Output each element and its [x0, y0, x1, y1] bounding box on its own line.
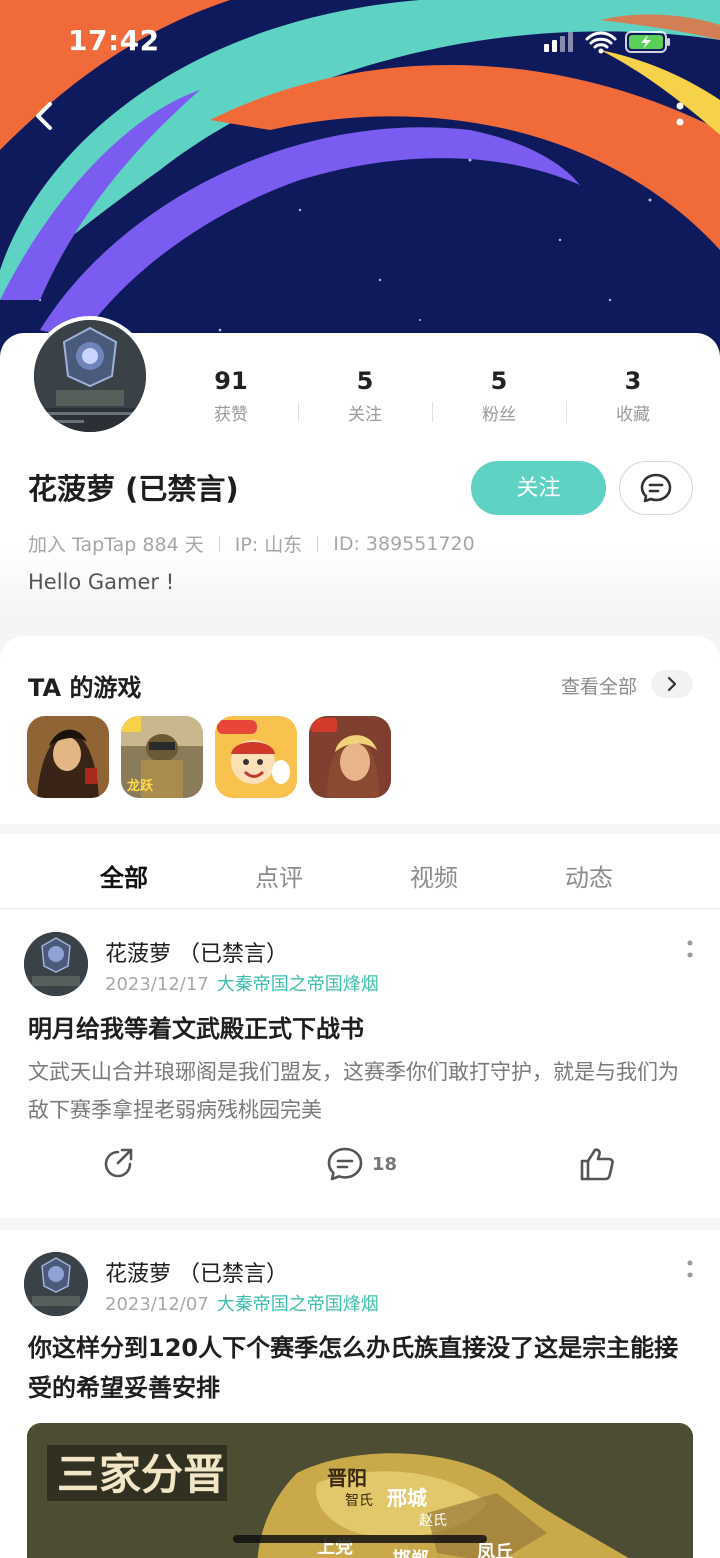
stat-label: 关注	[348, 405, 382, 425]
games-title: TA 的游戏	[28, 674, 142, 702]
more-vertical-icon	[687, 940, 693, 958]
map-label: 凤丘	[477, 1542, 513, 1558]
message-button[interactable]	[619, 461, 693, 515]
system-icons	[544, 28, 674, 60]
wifi-icon	[585, 31, 617, 49]
battery-icon	[625, 31, 670, 53]
comment-button[interactable]: 18	[326, 1146, 397, 1182]
game-icon-1[interactable]	[27, 716, 109, 798]
stat-favorites[interactable]: 3 收藏	[566, 366, 700, 426]
user-id: ID: 389551720	[333, 532, 475, 555]
divider	[218, 535, 220, 552]
more-vertical-icon	[687, 1260, 693, 1278]
stat-following[interactable]: 5 关注	[298, 366, 432, 426]
tab-label: 点评	[255, 864, 303, 892]
post-more-button[interactable]	[686, 938, 694, 964]
post-title[interactable]: 明月给我等着文武殿正式下战书	[28, 1009, 692, 1049]
stat-label: 获赞	[214, 405, 248, 425]
game-icon-4[interactable]	[309, 716, 391, 798]
chat-icon	[640, 473, 672, 503]
follow-button[interactable]: 关注	[471, 461, 606, 515]
share-button[interactable]	[100, 1146, 136, 1182]
profile-meta: 加入 TapTap 884 天 IP: 山东 ID: 389551720	[28, 530, 475, 557]
map-label: 邢城	[387, 1486, 427, 1510]
signal-icon	[544, 32, 573, 52]
post-more-button[interactable]	[686, 1258, 694, 1284]
svg-text:龙跃: 龙跃	[127, 778, 154, 794]
map-label: 智氏	[345, 1493, 373, 1509]
view-all-link[interactable]: 查看全部	[561, 672, 637, 699]
more-options-button[interactable]	[670, 98, 690, 134]
post-actions: 18	[0, 1146, 720, 1196]
like-button[interactable]	[578, 1146, 616, 1182]
comment-icon	[327, 1147, 363, 1181]
more-vertical-icon	[676, 102, 684, 126]
chevron-right-icon	[667, 676, 677, 692]
stat-value: 91	[214, 367, 248, 395]
post-meta: 2023/12/17 大秦帝国之帝国烽烟	[105, 970, 379, 996]
status-bar: 17:42	[0, 24, 720, 60]
tab-reviews[interactable]: 点评	[255, 858, 303, 893]
game-icon-3[interactable]	[215, 716, 297, 798]
content-tabs: 全部 点评 视频 动态	[0, 834, 720, 909]
tab-all[interactable]: 全部	[100, 858, 148, 893]
status-time: 17:42	[68, 24, 160, 57]
tab-label: 全部	[100, 864, 148, 892]
post-body[interactable]: 文武天山合并琅琊阁是我们盟友，这赛季你们敢打守护，就是与我们为敌下赛季拿捏老弱病…	[28, 1053, 692, 1129]
author-name[interactable]: 花菠萝 （已禁言）	[105, 1256, 288, 1288]
post-date: 2023/12/17	[105, 974, 209, 995]
tab-videos[interactable]: 视频	[410, 858, 458, 893]
stat-label: 粉丝	[482, 405, 516, 425]
map-label: 邯郸	[393, 1548, 429, 1558]
avatar[interactable]	[30, 316, 150, 436]
profile-stats: 91 获赞 5 关注 5 粉丝 3 收藏	[164, 366, 700, 426]
profile-bio: Hello Gamer !	[28, 570, 175, 594]
tab-label: 动态	[565, 864, 613, 892]
author-name[interactable]: 花菠萝 （已禁言）	[105, 936, 288, 968]
post-game-link[interactable]: 大秦帝国之帝国烽烟	[217, 1294, 379, 1315]
stat-value: 5	[490, 367, 508, 395]
author-avatar[interactable]	[24, 1252, 88, 1316]
image-title: 三家分晋	[57, 1450, 225, 1499]
stat-value: 5	[356, 367, 374, 395]
stat-value: 3	[624, 367, 642, 395]
share-icon	[104, 1148, 133, 1178]
post-meta: 2023/12/07 大秦帝国之帝国烽烟	[105, 1290, 379, 1316]
stat-likes[interactable]: 91 获赞	[164, 366, 298, 426]
post-title[interactable]: 你这样分到120人下个赛季怎么办氏族直接没了这是宗主能接受的希望妥善安排	[28, 1328, 692, 1408]
profile-name: 花菠萝 (已禁言)	[28, 472, 239, 506]
ip-location: IP: 山东	[234, 534, 303, 556]
home-indicator[interactable]	[233, 1535, 487, 1543]
post-card[interactable]: 花菠萝 （已禁言） 2023/12/07 大秦帝国之帝国烽烟 你这样分到120人下…	[0, 1230, 720, 1558]
map-label: 晋阳	[327, 1466, 367, 1490]
stat-label: 收藏	[616, 405, 650, 425]
author-avatar[interactable]	[24, 932, 88, 996]
stat-followers[interactable]: 5 粉丝	[432, 366, 566, 426]
divider	[317, 535, 319, 552]
view-all-button[interactable]	[651, 670, 693, 698]
games-section: TA 的游戏 查看全部 龙跃	[0, 636, 720, 824]
post-card[interactable]: 花菠萝 （已禁言） 2023/12/17 大秦帝国之帝国烽烟 明月给我等着文武殿正…	[0, 910, 720, 1218]
thumbs-up-icon	[580, 1148, 614, 1181]
chevron-left-icon	[36, 102, 52, 130]
back-button[interactable]	[24, 96, 64, 136]
game-icon-2[interactable]: 龙跃	[121, 716, 203, 798]
map-label: 赵氏	[419, 1513, 447, 1529]
comment-count: 18	[372, 1153, 398, 1175]
tab-moments[interactable]: 动态	[565, 858, 613, 893]
tab-label: 视频	[410, 864, 458, 892]
joined-days: 加入 TapTap 884 天	[28, 534, 204, 556]
post-game-link[interactable]: 大秦帝国之帝国烽烟	[217, 974, 379, 995]
post-date: 2023/12/07	[105, 1294, 209, 1315]
